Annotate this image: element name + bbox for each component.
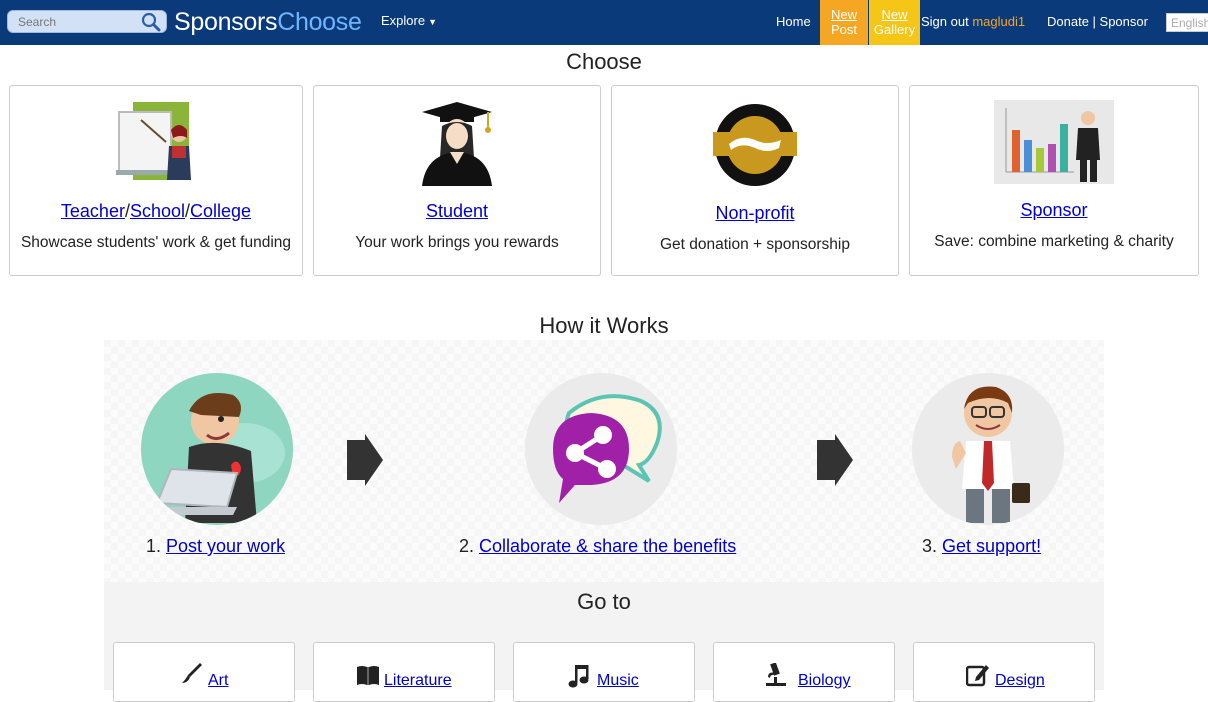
teacher-desc: Showcase students' work & get funding	[20, 234, 292, 251]
share-icon	[525, 373, 677, 525]
step-2-num: 2.	[459, 536, 475, 556]
goto-heading: Go to	[577, 589, 631, 614]
teacher-card[interactable]: Teacher/School/College Showcase students…	[9, 85, 303, 276]
step-3: 3. Get support!	[922, 536, 1041, 557]
art-link[interactable]: Art	[208, 672, 228, 690]
caret-down-icon: ▼	[428, 17, 437, 27]
businessman-icon	[912, 373, 1064, 525]
top-navbar: SponsorsChoose Explore▼ Home NewPost New…	[0, 0, 1208, 45]
sign-out-link[interactable]: Sign out magludi1	[921, 14, 1025, 29]
music-icon	[568, 665, 592, 689]
new-gallery-button[interactable]: New Gallery	[869, 0, 920, 45]
school-link[interactable]: School	[130, 201, 185, 221]
teacher-link[interactable]: Teacher	[61, 201, 125, 221]
graduate-icon	[412, 98, 502, 188]
get-support-link[interactable]: Get support!	[942, 536, 1041, 556]
goto-art-card[interactable]: Art	[113, 642, 295, 702]
step-1: 1. Post your work	[146, 536, 285, 557]
student-title: Student	[314, 201, 600, 222]
nonprofit-desc: Get donation + sponsorship	[659, 236, 850, 253]
goto-biology-card[interactable]: Biology	[713, 642, 895, 702]
laptop-user-icon	[141, 373, 293, 525]
nonprofit-link[interactable]: Non-profit	[715, 203, 794, 223]
nonprofit-card[interactable]: Non-profit Get donation + sponsorship	[611, 85, 899, 276]
arrow-right-icon-2	[817, 434, 853, 491]
donate-sponsor-link[interactable]: Donate | Sponsor	[1047, 14, 1148, 29]
new-gallery-line1: New	[881, 7, 908, 22]
handshake-icon	[711, 100, 799, 188]
music-link[interactable]: Music	[597, 672, 639, 690]
new-post-line1: New	[830, 7, 857, 22]
goto-literature-card[interactable]: Literature	[313, 642, 495, 702]
new-gallery-line2: Gallery	[873, 22, 916, 37]
collaborate-link[interactable]: Collaborate & share the benefits	[479, 536, 736, 556]
search-box	[7, 10, 167, 33]
language-select[interactable]: English	[1166, 13, 1208, 32]
step-1-num: 1.	[146, 536, 162, 556]
search-icon[interactable]	[140, 12, 162, 32]
sign-out-label: Sign out	[921, 14, 969, 29]
step-2: 2. Collaborate & share the benefits	[459, 536, 736, 557]
logo-choose: Choose	[277, 8, 362, 36]
new-post-button[interactable]: New Post	[820, 0, 868, 45]
username-label: magludi1	[972, 14, 1026, 29]
goto-design-card[interactable]: Design	[913, 642, 1095, 702]
student-desc: Your work brings you rewards	[355, 234, 559, 251]
post-your-work-link[interactable]: Post your work	[166, 536, 285, 556]
new-post-line2: Post	[830, 22, 857, 37]
how-it-works-heading: How it Works	[539, 313, 669, 338]
design-link[interactable]: Design	[995, 672, 1045, 690]
sponsor-link[interactable]: Sponsor	[1020, 200, 1087, 220]
biology-link[interactable]: Biology	[798, 672, 850, 690]
choose-heading: Choose	[566, 49, 642, 74]
book-icon	[356, 663, 380, 687]
logo-sponsors: Sponsors	[174, 8, 278, 36]
brush-icon	[180, 661, 204, 685]
design-icon	[965, 663, 990, 687]
teacher-title: Teacher/School/College	[10, 201, 302, 222]
step-3-num: 3.	[922, 536, 938, 556]
student-link[interactable]: Student	[426, 201, 488, 221]
goto-music-card[interactable]: Music	[513, 642, 695, 702]
nav-home-link[interactable]: Home	[776, 14, 811, 29]
sponsor-title: Sponsor	[910, 200, 1198, 221]
microscope-icon	[764, 662, 788, 687]
literature-link[interactable]: Literature	[384, 672, 452, 690]
sponsor-card[interactable]: Sponsor Save: combine marketing & charit…	[909, 85, 1199, 276]
college-link[interactable]: College	[190, 201, 251, 221]
explore-label: Explore	[381, 13, 426, 28]
chart-icon	[994, 100, 1114, 184]
arrow-right-icon	[347, 434, 383, 491]
search-input[interactable]	[18, 14, 136, 30]
nonprofit-title: Non-profit	[612, 203, 898, 224]
site-logo[interactable]: SponsorsChoose	[174, 7, 362, 37]
teacher-icon	[111, 100, 201, 186]
sponsor-desc: Save: combine marketing & charity	[934, 233, 1174, 250]
explore-menu[interactable]: Explore ▼	[381, 13, 437, 28]
student-card[interactable]: Student Your work brings you rewards	[313, 85, 601, 276]
